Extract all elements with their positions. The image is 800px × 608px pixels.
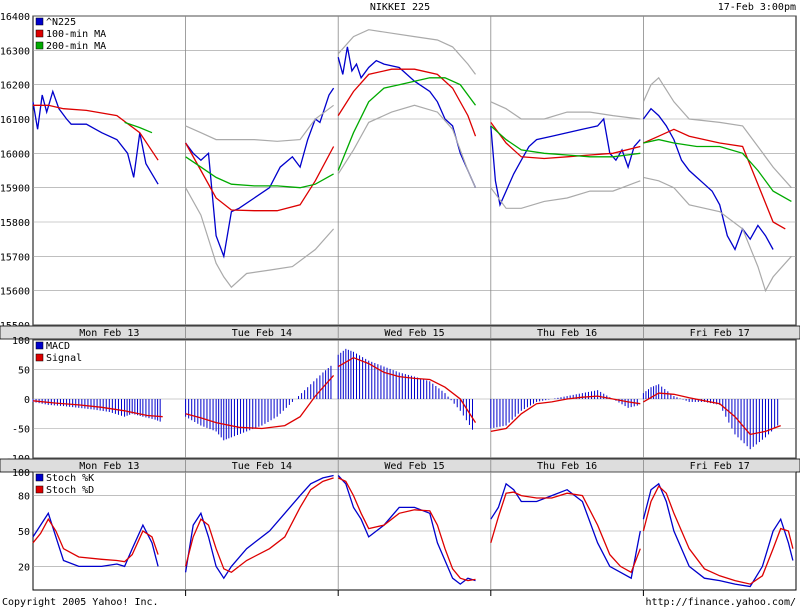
day-label: Wed Feb 15 [384, 461, 444, 472]
y-tick-label: 15700 [0, 252, 30, 263]
y-tick-label: 80 [18, 492, 30, 503]
copyright-text: Copyright 2005 Yahoo! Inc. [2, 597, 159, 608]
day-label: Tue Feb 14 [232, 328, 292, 339]
panel-macd: -100-50050100MACDSignalMon Feb 13Tue Feb… [0, 336, 800, 473]
day-label: Fri Feb 17 [690, 461, 750, 472]
day-label: Fri Feb 17 [690, 328, 750, 339]
y-tick-label: 100 [12, 336, 30, 347]
legend-label: 100-min MA [46, 29, 106, 40]
y-tick-label: 16100 [0, 115, 30, 126]
day-label: Mon Feb 13 [79, 328, 139, 339]
panel-stochastic: 20 50 80 100 Stoch %KStoch %D [12, 468, 797, 591]
y-tick-label: 20 [18, 562, 30, 573]
legend-swatch [35, 353, 44, 362]
day-label: Wed Feb 15 [384, 328, 444, 339]
panel-frame [32, 15, 797, 326]
chart-title: NIKKEI 225 [370, 2, 430, 13]
y-tick-label: 16200 [0, 81, 30, 92]
legend-label: Stoch %D [46, 485, 94, 496]
legend-label: Signal [46, 353, 82, 364]
day-label: Thu Feb 16 [537, 461, 597, 472]
y-tick-label: 16400 [0, 12, 30, 23]
day-label: Mon Feb 13 [79, 461, 139, 472]
legend-label: 200-min MA [46, 41, 106, 52]
legend-swatch [35, 473, 44, 482]
chart-canvas: NIKKEI 225 17-Feb 3:00pm 155001560015700… [0, 2, 800, 608]
nikkei-intraday-chart: NIKKEI 225 17-Feb 3:00pm 155001560015700… [0, 0, 800, 608]
y-tick-label: 0 [24, 395, 30, 406]
panel-price: 1550015600157001580015900160001610016200… [0, 12, 800, 340]
legend-swatch [35, 41, 44, 50]
y-tick-label: 16300 [0, 46, 30, 57]
y-tick-label: -50 [12, 425, 30, 436]
legend-swatch [35, 17, 44, 26]
chart-timestamp: 17-Feb 3:00pm [718, 2, 796, 13]
legend-swatch [35, 29, 44, 38]
day-label: Thu Feb 16 [537, 328, 597, 339]
y-tick-label: 16000 [0, 149, 30, 160]
legend-label: ^N225 [46, 17, 76, 28]
source-url: http://finance.yahoo.com/ [645, 597, 796, 608]
day-label: Tue Feb 14 [232, 461, 292, 472]
y-tick-label: 15800 [0, 218, 30, 229]
y-tick-label: 100 [12, 468, 30, 479]
legend-swatch [35, 341, 44, 350]
legend-swatch [35, 485, 44, 494]
legend-label: MACD [46, 341, 70, 352]
y-tick-label: 50 [18, 527, 30, 538]
legend-label: Stoch %K [46, 473, 94, 484]
y-tick-label: 15600 [0, 287, 30, 298]
y-tick-label: 50 [18, 366, 30, 377]
y-tick-label: 15900 [0, 184, 30, 195]
